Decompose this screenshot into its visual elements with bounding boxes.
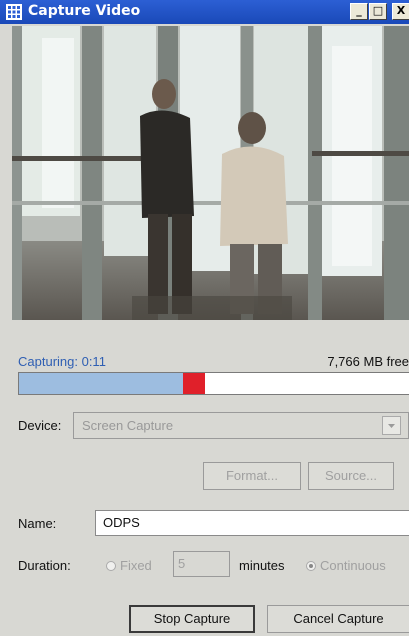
device-label: Device: (18, 418, 62, 433)
progress-marker (183, 373, 205, 394)
continuous-radio[interactable] (306, 561, 316, 571)
minutes-label: minutes (239, 558, 285, 573)
fixed-radio[interactable] (106, 561, 116, 571)
close-button[interactable]: X (392, 3, 409, 20)
title-bar[interactable]: Capture Video _ □ X (0, 0, 409, 24)
capturing-status: Capturing: 0:11 (18, 354, 106, 369)
device-select[interactable]: Screen Capture (73, 412, 409, 439)
progress-fill (19, 373, 183, 394)
source-button[interactable]: Source... (308, 462, 394, 490)
minutes-input[interactable]: 5 (173, 551, 230, 577)
name-label: Name: (18, 516, 57, 531)
capture-progress-bar (18, 372, 409, 395)
continuous-label: Continuous (320, 558, 386, 573)
device-dropdown-button[interactable] (382, 416, 401, 435)
format-button[interactable]: Format... (203, 462, 301, 490)
fixed-label: Fixed (120, 558, 152, 573)
minimize-button[interactable]: _ (350, 3, 368, 20)
name-input[interactable]: ODPS (95, 510, 409, 536)
free-space-status: 7,766 MB free (327, 354, 409, 369)
chevron-down-icon (388, 424, 395, 428)
video-preview (12, 26, 409, 320)
capture-video-window: Capture Video _ □ X Capturing: 0:11 7,76… (0, 0, 409, 636)
capture-video-app-icon (6, 4, 22, 20)
video-preview-image (12, 26, 409, 320)
duration-label: Duration: (18, 558, 71, 573)
device-value: Screen Capture (82, 418, 174, 433)
cancel-capture-button[interactable]: Cancel Capture (267, 605, 409, 633)
maximize-button[interactable]: □ (369, 3, 387, 20)
stop-capture-button[interactable]: Stop Capture (129, 605, 255, 633)
window-title: Capture Video (28, 3, 141, 19)
